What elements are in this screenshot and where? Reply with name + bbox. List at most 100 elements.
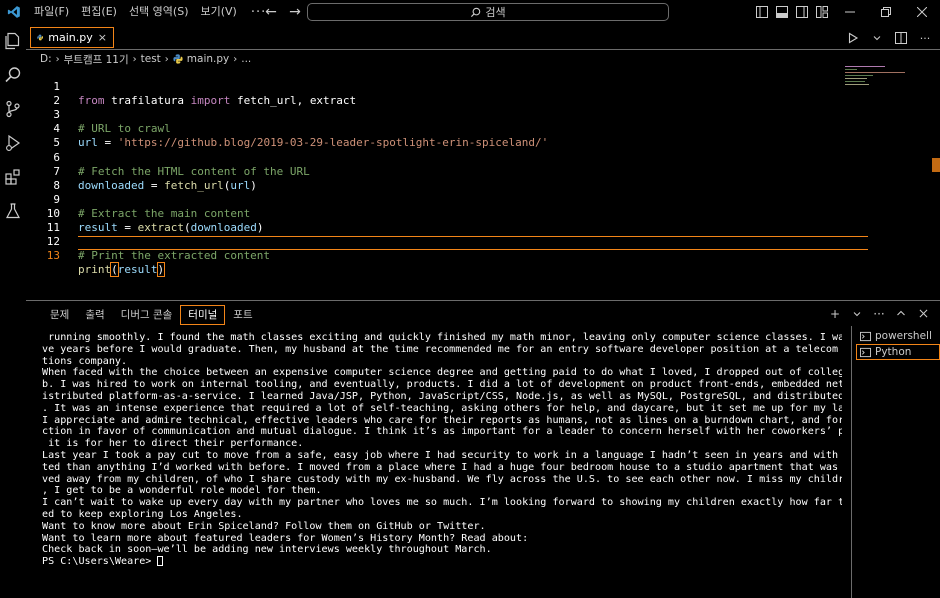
terminal-prompt: PS C:\Users\Weare> (42, 556, 158, 568)
terminal-line: istributed platform-as-a-service. I lear… (42, 390, 842, 402)
terminal-dropdown-chevron-icon[interactable] (850, 306, 864, 322)
customize-layout-icon[interactable] (812, 0, 832, 24)
terminal-instance-powershell[interactable]: powershell (856, 328, 940, 344)
restore-icon[interactable] (868, 0, 904, 24)
terminal-prompt-line[interactable]: PS C:\Users\Weare> (42, 556, 842, 568)
source-control-icon[interactable] (0, 92, 26, 126)
menu-view[interactable]: 보기(V) (194, 0, 242, 24)
tab-debug-console[interactable]: 디버그 콘솔 (113, 305, 181, 325)
chevron-right-icon: › (132, 53, 137, 65)
terminal-instance-list: powershell Python (856, 328, 940, 360)
code-line: 4 url = 'https://github.blog/2019-03-29-… (26, 108, 856, 149)
title-bar: 파일(F) 편집(E) 선택 영역(S) 보기(V) ··· ← → 검색 (0, 0, 940, 24)
panel-divider (26, 300, 940, 301)
menu-file[interactable]: 파일(F) (28, 0, 75, 24)
extensions-icon[interactable] (0, 160, 26, 194)
terminal-line: tions company. (42, 355, 128, 367)
minimize-icon[interactable] (832, 0, 868, 24)
search-view-icon[interactable] (0, 58, 26, 92)
terminal-output[interactable]: running smoothly. I found the math class… (42, 332, 842, 568)
activity-bar (0, 24, 26, 598)
breadcrumb-folder-bootcamp[interactable]: 부트캠프 11기 (64, 52, 129, 67)
explorer-icon[interactable] (0, 24, 26, 58)
terminal-instance-python[interactable]: Python (856, 344, 940, 360)
code-line: 11 (26, 207, 856, 234)
breadcrumb-drive[interactable]: D: (40, 53, 52, 65)
tab-output[interactable]: 출력 (77, 305, 112, 325)
terminal-line: . It was an intense experience that requ… (42, 402, 842, 414)
editor-tab-bar: main.py × ··· (26, 26, 940, 50)
tab-close-icon[interactable]: × (98, 31, 107, 44)
breadcrumb: D: › 부트캠프 11기 › test › main.py › ... (40, 52, 251, 66)
chevron-right-icon: › (164, 53, 169, 65)
chevron-right-icon: › (233, 53, 238, 65)
terminal-line: running smoothly. I found the math class… (48, 332, 842, 343)
close-panel-icon[interactable] (916, 306, 930, 322)
terminal-line: Check back in soon—we’ll be adding new i… (42, 544, 492, 556)
terminal-line: When faced with the choice between an ex… (42, 367, 842, 379)
terminal-line: it is for her to direct their performanc… (42, 438, 304, 450)
terminal-line: ction in favor of communication and mutu… (42, 426, 842, 438)
editor-actions: ··· (844, 28, 934, 48)
run-debug-icon[interactable] (0, 126, 26, 160)
terminal-line: , I get to be a wonderful role model for… (42, 485, 322, 497)
menu-bar: 파일(F) 편집(E) 선택 영역(S) 보기(V) ··· (28, 0, 274, 24)
search-icon (471, 7, 481, 17)
new-terminal-plus-icon[interactable]: + (828, 306, 842, 322)
vscode-logo-icon (0, 0, 28, 24)
panel-more-icon[interactable]: ··· (872, 306, 886, 322)
terminal-line: ed to keep exploring Los Angeles. (42, 508, 243, 520)
terminal-icon (860, 347, 871, 357)
run-python-file-icon[interactable] (844, 28, 862, 48)
terminal-line: Want to learn more about featured leader… (42, 532, 529, 544)
editor-scrollbar[interactable] (932, 158, 940, 172)
code-line: 5 (26, 122, 856, 149)
close-window-icon[interactable] (904, 0, 940, 24)
terminal-line: Want to know more about Erin Spiceland? … (42, 520, 486, 532)
tab-label: main.py (48, 31, 93, 44)
toggle-primary-sidebar-icon[interactable] (752, 0, 772, 24)
split-editor-icon[interactable] (892, 28, 910, 48)
forward-arrow-icon[interactable]: → (286, 2, 304, 22)
terminal-line: ted than anything I’d worked with before… (42, 461, 839, 473)
menu-selection[interactable]: 선택 영역(S) (123, 0, 195, 24)
tab-main-py[interactable]: main.py × (30, 27, 114, 48)
code-editor[interactable]: 1 from trafilatura import fetch_url, ext… (26, 66, 868, 278)
text-cursor (164, 264, 166, 277)
toggle-panel-icon[interactable] (772, 0, 792, 24)
menu-edit[interactable]: 편집(E) (75, 0, 123, 24)
code-line: 1 from trafilatura import fetch_url, ext… (26, 66, 856, 107)
navigation-arrows: ← → (262, 2, 304, 22)
command-center-search[interactable]: 검색 (307, 3, 669, 21)
code-line: 9 # Extract the main content (26, 179, 856, 220)
back-arrow-icon[interactable]: ← (262, 2, 280, 22)
code-line: 2 (26, 80, 856, 107)
chevron-right-icon: › (55, 53, 60, 65)
terminal-line: I appreciate and admire technical, effec… (42, 414, 842, 426)
maximize-panel-chevron-up-icon[interactable] (894, 306, 908, 322)
search-label: 검색 (485, 6, 506, 19)
testing-flask-icon[interactable] (0, 194, 26, 228)
terminal-line: I can’t wait to wake up every day with m… (42, 497, 842, 509)
more-actions-icon[interactable]: ··· (916, 28, 934, 48)
terminal-list-divider (851, 326, 852, 598)
tab-terminal[interactable]: 터미널 (180, 305, 226, 325)
breadcrumb-file[interactable]: main.py (187, 53, 229, 65)
breadcrumb-symbols[interactable]: ... (241, 53, 251, 65)
terminal-cursor (157, 556, 164, 567)
terminal-line: ved away from my children, of who I shar… (42, 473, 842, 485)
code-line: 8 (26, 165, 856, 192)
minimap[interactable] (845, 66, 925, 96)
tab-ports[interactable]: 포트 (225, 305, 260, 325)
run-dropdown-chevron-icon[interactable] (868, 28, 886, 48)
panel-actions: + ··· (828, 306, 930, 322)
code-line: 12 # Print the extracted content (26, 221, 856, 262)
toggle-secondary-sidebar-icon[interactable] (792, 0, 812, 24)
tab-problems[interactable]: 문제 (42, 305, 77, 325)
breadcrumb-folder-test[interactable]: test (141, 53, 161, 65)
python-file-icon (173, 54, 183, 64)
terminal-line: Last year I took a pay cut to move from … (42, 449, 839, 461)
code-line: 6 # Fetch the HTML content of the URL (26, 136, 856, 178)
window-controls (752, 0, 940, 24)
terminal-instance-label: Python (875, 346, 912, 358)
